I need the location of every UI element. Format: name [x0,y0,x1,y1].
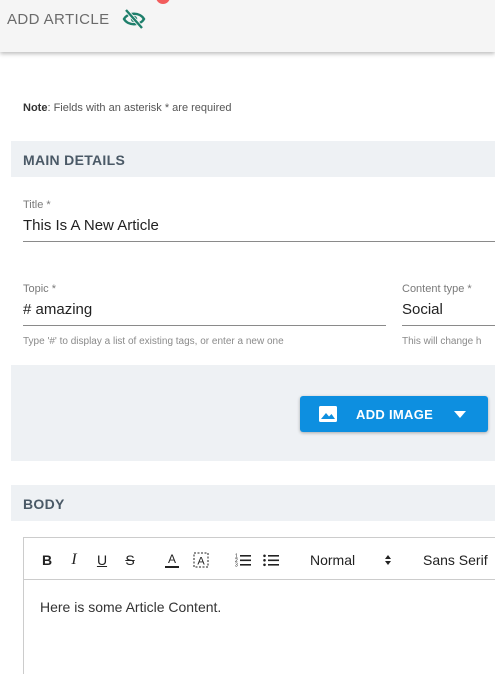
content-type-helper: This will change h [402,336,482,347]
svg-text:3: 3 [235,563,238,569]
add-image-label: ADD IMAGE [356,407,434,422]
size-select[interactable]: Normal [310,551,360,569]
add-image-button[interactable]: ADD IMAGE [300,396,488,432]
app-header: ADD ARTICLE [0,0,495,52]
section-header-main-details: MAIN DETAILS [11,141,495,177]
background-color-icon[interactable]: A [193,551,209,569]
section-header-body: BODY [11,485,495,521]
topic-helper: Type '#' to display a list of existing t… [23,336,284,347]
svg-text:A: A [197,556,205,568]
size-select-arrows-icon[interactable] [384,551,392,569]
italic-button[interactable]: I [67,551,81,569]
font-color-button[interactable]: A [165,551,179,568]
topic-label: Topic * [23,283,57,295]
bullet-list-icon[interactable] [263,551,279,569]
editor-toolbar: B I U S A A 1 2 3 Normal Sans Serif [24,538,495,580]
ordered-list-icon[interactable]: 1 2 3 [235,551,251,569]
notification-badge [156,0,170,4]
note-bold: Note [23,102,48,114]
content-type-select[interactable]: Social [402,301,443,318]
title-label: Title * [23,199,51,211]
strike-button[interactable]: S [123,551,137,569]
editor-content[interactable]: Here is some Article Content. [40,599,221,615]
rich-text-editor[interactable]: B I U S A A 1 2 3 Normal Sans Serif Here… [23,537,495,674]
eye-off-icon[interactable] [122,8,146,30]
content-type-underline [402,325,495,326]
title-underline [23,241,495,242]
underline-button[interactable]: U [95,551,109,569]
topic-underline [23,325,386,326]
topic-input[interactable]: # amazing [23,301,92,318]
page-title: ADD ARTICLE [7,11,110,28]
content-type-label: Content type * [402,283,472,295]
bold-button[interactable]: B [40,551,54,569]
caret-down-icon[interactable] [454,411,466,418]
note-text: : Fields with an asterisk * are required [47,102,232,114]
required-note: Note: Fields with an asterisk * are requ… [23,102,231,114]
font-select[interactable]: Sans Serif [423,551,495,569]
image-icon [319,406,337,422]
title-input[interactable]: This Is A New Article [23,217,159,234]
